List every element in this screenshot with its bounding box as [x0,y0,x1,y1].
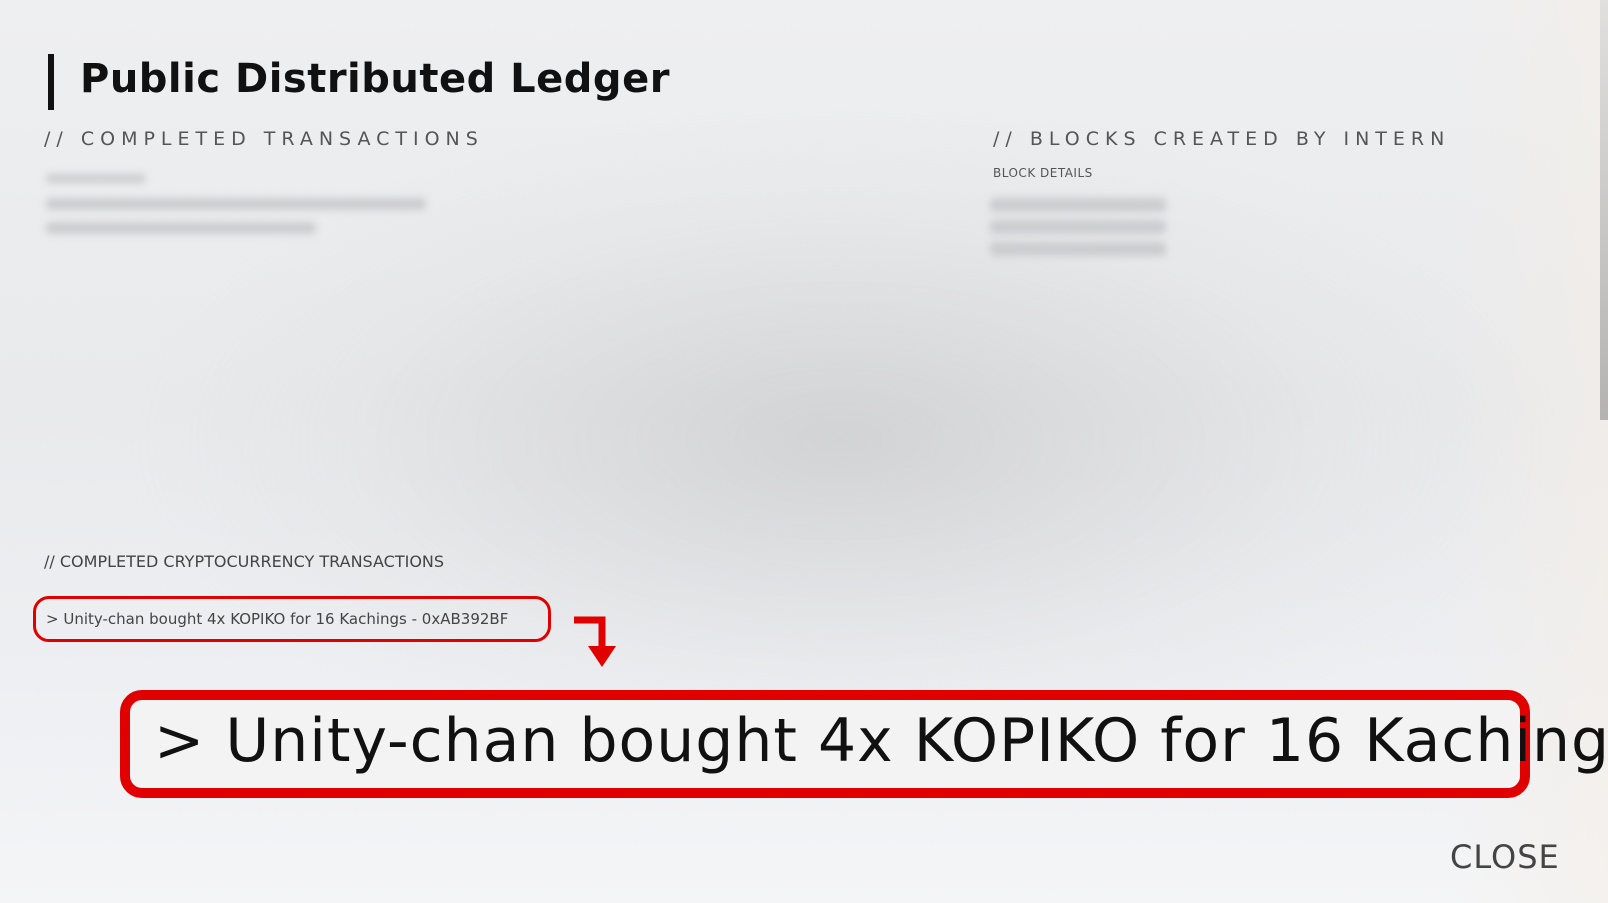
zoom-callout: > Unity-chan bought 4x KOPIKO for 16 Kac… [120,690,1608,798]
transaction-row-highlight: > Unity-chan bought 4x KOPIKO for 16 Kac… [33,596,551,642]
completed-transactions-heading: // COMPLETED TRANSACTIONS [44,128,484,150]
crypto-transactions-heading: // COMPLETED CRYPTOCURRENCY TRANSACTIONS [44,552,445,571]
page-title: Public Distributed Ledger [80,56,670,102]
arrow-down-turn-icon [574,616,616,667]
scrollbar[interactable] [1600,0,1608,420]
redacted-line [990,242,1166,256]
transaction-row-text: > Unity-chan bought 4x KOPIKO for 16 Kac… [46,610,509,628]
redacted-line [46,222,316,234]
redacted-line [990,220,1166,234]
block-details-label: BLOCK DETAILS [993,166,1093,180]
blocks-created-heading: // BLOCKS CREATED BY INTERN [993,128,1451,150]
title-accent-bar [48,54,54,110]
close-button[interactable]: CLOSE [1450,838,1560,876]
redacted-line [46,174,146,183]
zoom-callout-text: > Unity-chan bought 4x KOPIKO for 16 Kac… [154,706,1608,776]
redacted-line [990,198,1166,212]
redacted-line [46,198,426,210]
